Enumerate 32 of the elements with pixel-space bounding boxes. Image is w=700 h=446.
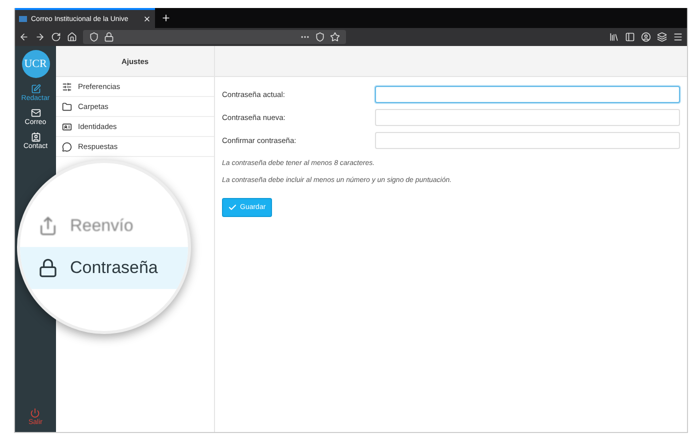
star-icon[interactable] [330, 32, 340, 42]
power-icon [30, 408, 40, 418]
settings-item[interactable]: Contraseña [20, 247, 188, 289]
password-field[interactable] [375, 86, 680, 103]
contact-card-icon [30, 132, 40, 142]
account-icon[interactable] [641, 32, 651, 42]
menu-icon[interactable] [673, 32, 683, 42]
home-icon[interactable] [67, 32, 77, 42]
id-card-icon [62, 122, 72, 132]
new-tab-icon[interactable] [161, 13, 171, 23]
library-icon[interactable] [609, 32, 619, 42]
password-field[interactable] [375, 109, 680, 126]
shield-icon[interactable] [89, 32, 99, 42]
folder-icon [62, 102, 72, 112]
logo: UCR [22, 50, 50, 78]
sidebar-icon[interactable] [625, 32, 635, 42]
reload-icon[interactable] [51, 32, 61, 42]
pen-square-icon [30, 84, 40, 94]
speech-bubble-icon [62, 142, 72, 152]
close-icon[interactable] [143, 15, 151, 23]
pocket-icon[interactable] [315, 32, 325, 42]
extension-icon[interactable] [657, 32, 667, 42]
checkmark-icon [228, 203, 237, 212]
lock-icon[interactable] [104, 32, 114, 42]
password-field[interactable] [375, 132, 680, 149]
envelope-icon [30, 108, 40, 118]
lock-icon [38, 258, 58, 278]
sliders-icon [62, 82, 72, 92]
forward-icon[interactable] [35, 32, 45, 42]
favicon-icon [19, 16, 27, 22]
address-bar[interactable] [83, 30, 346, 44]
back-icon[interactable] [19, 32, 29, 42]
